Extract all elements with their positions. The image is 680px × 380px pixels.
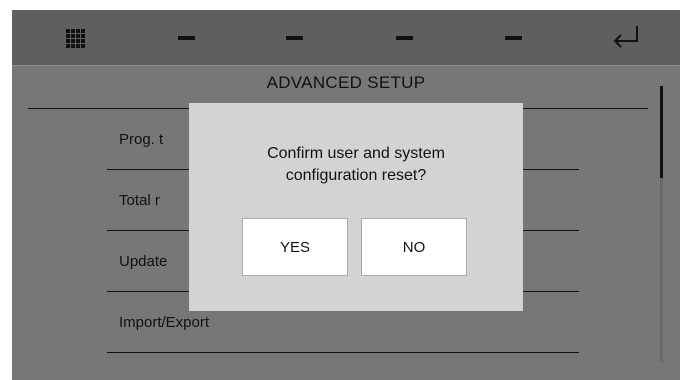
no-button[interactable]: NO [361, 218, 467, 276]
grid-menu-icon[interactable] [66, 29, 85, 48]
top-toolbar [12, 10, 680, 66]
menu-item-label: Import/Export [119, 313, 210, 331]
dash-icon[interactable] [396, 36, 413, 40]
dash-icon[interactable] [286, 36, 303, 40]
dialog-message-line: configuration reset? [285, 167, 427, 184]
menu-item-label: Prog. t [119, 130, 164, 148]
device-screen: ADVANCED SETUP Prog. t Total r Update Im… [12, 10, 680, 380]
confirm-reset-dialog: Confirm user and system configuration re… [189, 103, 523, 311]
dash-icon[interactable] [178, 36, 195, 40]
menu-item-label: Update [119, 252, 168, 270]
dialog-message-line: Confirm user and system [267, 145, 445, 162]
yes-button[interactable]: YES [242, 218, 348, 276]
menu-item-label: Total r [119, 191, 160, 209]
enter-return-icon[interactable] [610, 23, 644, 51]
scrollbar-thumb[interactable] [660, 86, 663, 178]
dash-icon[interactable] [505, 36, 522, 40]
dialog-message: Confirm user and system configuration re… [189, 143, 523, 187]
page-title: ADVANCED SETUP [266, 73, 426, 92]
